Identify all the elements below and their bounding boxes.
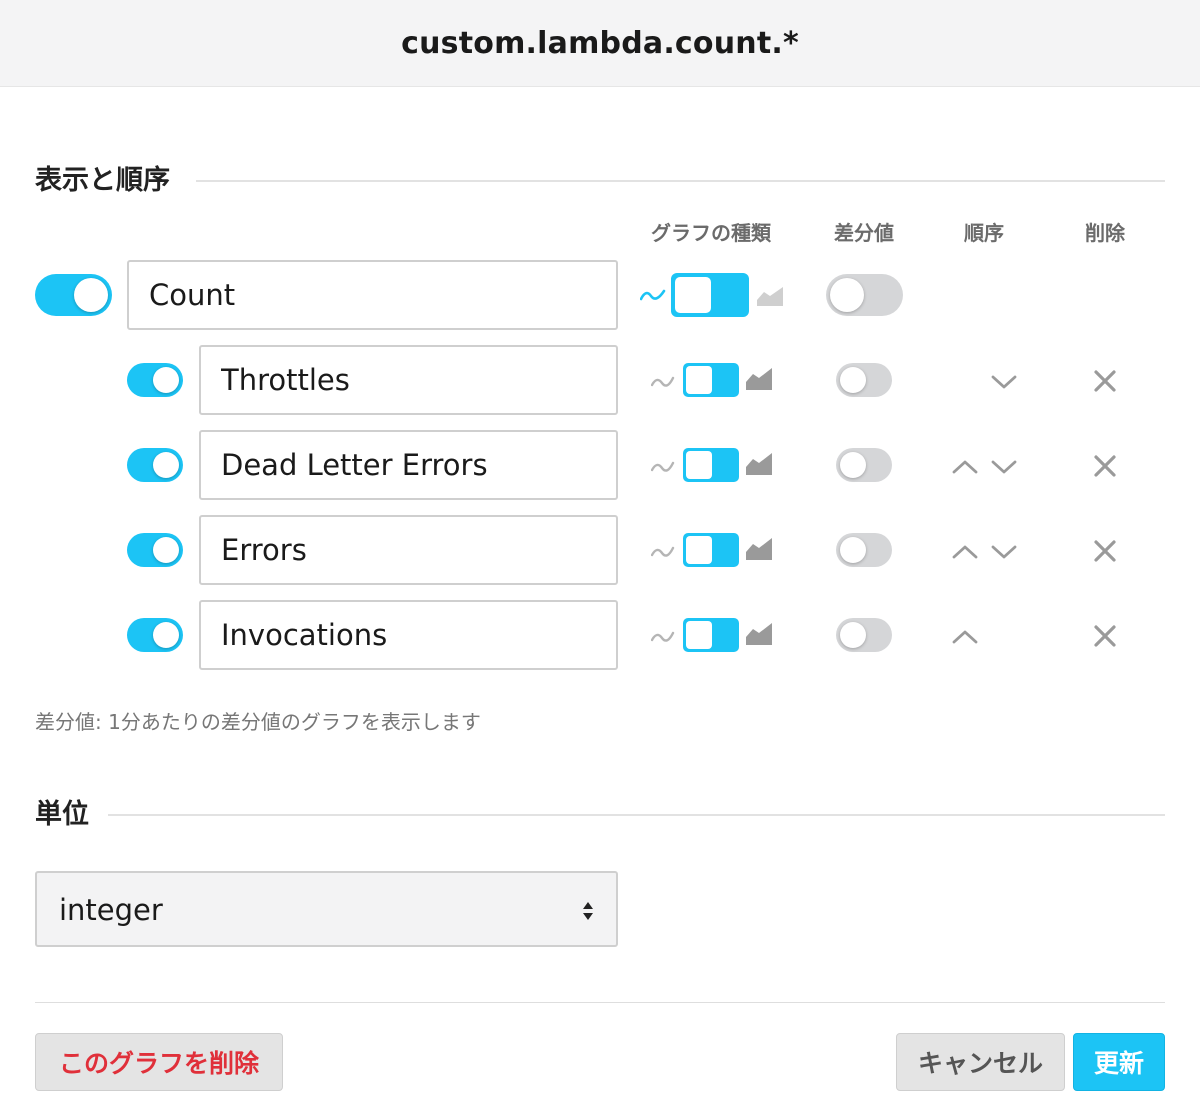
chevron-down-icon[interactable] xyxy=(990,458,1018,476)
chevron-down-icon[interactable] xyxy=(990,543,1018,561)
column-header-graph-type: グラフの種類 xyxy=(651,221,771,245)
graph-type-switch[interactable] xyxy=(683,363,739,397)
section-title-display: 表示と順序 xyxy=(35,167,184,194)
series-name-input[interactable] xyxy=(199,600,618,670)
update-button[interactable]: 更新 xyxy=(1073,1033,1165,1091)
diff-toggle[interactable] xyxy=(836,618,892,652)
chevron-down-icon[interactable] xyxy=(990,373,1018,391)
area-graph-icon[interactable] xyxy=(746,623,772,645)
graph-type-switch[interactable] xyxy=(671,273,749,317)
column-header-diff: 差分値 xyxy=(834,221,894,245)
column-header-order: 順序 xyxy=(964,221,1004,245)
area-graph-icon[interactable] xyxy=(746,368,772,390)
dialog-header: custom.lambda.count.* xyxy=(0,0,1200,87)
diff-explanation-note: 差分値: 1分あたりの差分値のグラフを表示します xyxy=(35,710,481,734)
diff-toggle[interactable] xyxy=(836,448,892,482)
close-icon[interactable] xyxy=(1093,369,1117,393)
main-series-name-input[interactable] xyxy=(127,260,618,330)
series-name-input[interactable] xyxy=(199,430,618,500)
line-graph-icon[interactable] xyxy=(640,285,666,303)
cancel-button[interactable]: キャンセル xyxy=(896,1033,1065,1091)
line-graph-icon[interactable] xyxy=(651,458,675,474)
close-icon[interactable] xyxy=(1093,454,1117,478)
series-name-input[interactable] xyxy=(199,345,618,415)
section-divider xyxy=(196,180,1165,182)
diff-toggle[interactable] xyxy=(826,274,903,316)
graph-type-switch[interactable] xyxy=(683,533,739,567)
delete-graph-button[interactable]: このグラフを削除 xyxy=(35,1033,283,1091)
column-header-delete: 削除 xyxy=(1085,221,1125,245)
close-icon[interactable] xyxy=(1093,539,1117,563)
chevron-up-icon[interactable] xyxy=(951,543,979,561)
line-graph-icon[interactable] xyxy=(651,373,675,389)
section-title-unit: 単位 xyxy=(35,801,103,828)
graph-type-switch[interactable] xyxy=(683,618,739,652)
footer-divider xyxy=(35,1002,1165,1003)
main-series-visibility-toggle[interactable] xyxy=(35,274,112,316)
graph-type-switch[interactable] xyxy=(683,448,739,482)
diff-toggle[interactable] xyxy=(836,363,892,397)
chevron-up-icon[interactable] xyxy=(951,458,979,476)
series-visibility-toggle[interactable] xyxy=(127,533,183,567)
diff-toggle[interactable] xyxy=(836,533,892,567)
series-visibility-toggle[interactable] xyxy=(127,618,183,652)
area-graph-icon[interactable] xyxy=(757,284,783,306)
line-graph-icon[interactable] xyxy=(651,543,675,559)
dialog-title: custom.lambda.count.* xyxy=(401,25,799,61)
select-arrows-icon xyxy=(583,902,593,920)
unit-select[interactable]: integer xyxy=(35,871,618,947)
close-icon[interactable] xyxy=(1093,624,1117,648)
series-visibility-toggle[interactable] xyxy=(127,363,183,397)
area-graph-icon[interactable] xyxy=(746,538,772,560)
series-name-input[interactable] xyxy=(199,515,618,585)
chevron-up-icon[interactable] xyxy=(951,628,979,646)
series-visibility-toggle[interactable] xyxy=(127,448,183,482)
line-graph-icon[interactable] xyxy=(651,628,675,644)
unit-select-value: integer xyxy=(59,893,163,927)
section-divider xyxy=(108,814,1165,816)
area-graph-icon[interactable] xyxy=(746,453,772,475)
